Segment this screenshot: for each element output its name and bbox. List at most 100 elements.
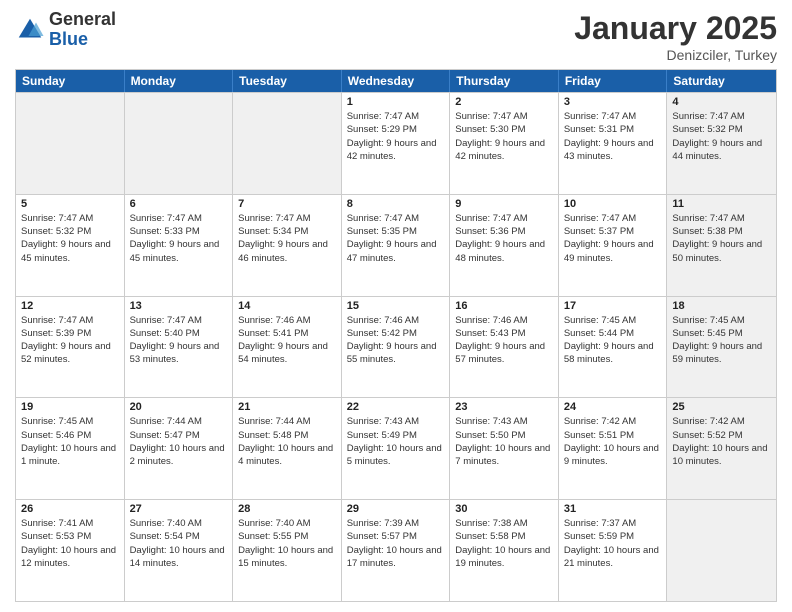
- day-number: 8: [347, 198, 445, 210]
- calendar: SundayMondayTuesdayWednesdayThursdayFrid…: [15, 69, 777, 602]
- day-info: Sunrise: 7:40 AM Sunset: 5:54 PM Dayligh…: [130, 517, 228, 570]
- day-info: Sunrise: 7:47 AM Sunset: 5:29 PM Dayligh…: [347, 110, 445, 163]
- calendar-cell: 2Sunrise: 7:47 AM Sunset: 5:30 PM Daylig…: [450, 93, 559, 194]
- calendar-header: SundayMondayTuesdayWednesdayThursdayFrid…: [16, 70, 776, 92]
- weekday-header: Tuesday: [233, 70, 342, 92]
- calendar-cell: 11 Sunrise: 7:47 AM Sunset: 5:38 PM Dayli…: [667, 195, 776, 296]
- day-number: 6: [130, 198, 228, 210]
- day-number: 20: [130, 401, 228, 413]
- day-number: 26: [21, 503, 119, 515]
- day-number: 3: [564, 96, 662, 108]
- day-number: 13: [130, 300, 228, 312]
- day-number: 16: [455, 300, 553, 312]
- day-info: Sunrise: 7:41 AM Sunset: 5:53 PM Dayligh…: [21, 517, 119, 570]
- calendar-cell: 26 Sunrise: 7:41 AM Sunset: 5:53 PM Dayli…: [16, 500, 125, 601]
- calendar-cell: 14Sunrise: 7:46 AM Sunset: 5:41 PM Dayli…: [233, 297, 342, 398]
- day-info: Sunrise: 7:47 AM Sunset: 5:40 PM Dayligh…: [130, 314, 228, 367]
- location-subtitle: Denizciler, Turkey: [574, 47, 777, 63]
- day-number: 15: [347, 300, 445, 312]
- calendar-cell: 4 Sunrise: 7:47 AM Sunset: 5:32 PM Daylig…: [667, 93, 776, 194]
- day-number: 9: [455, 198, 553, 210]
- day-number: 17: [564, 300, 662, 312]
- day-info: Sunrise: 7:47 AM Sunset: 5:36 PM Dayligh…: [455, 212, 553, 265]
- day-info: Sunrise: 7:44 AM Sunset: 5:47 PM Dayligh…: [130, 415, 228, 468]
- day-info: Sunrise: 7:46 AM Sunset: 5:42 PM Dayligh…: [347, 314, 445, 367]
- day-info: Sunrise: 7:46 AM Sunset: 5:41 PM Dayligh…: [238, 314, 336, 367]
- day-info: Sunrise: 7:47 AM Sunset: 5:32 PM Dayligh…: [21, 212, 119, 265]
- day-info: Sunrise: 7:47 AM Sunset: 5:32 PM Dayligh…: [672, 110, 771, 163]
- calendar-cell: 1 Sunrise: 7:47 AM Sunset: 5:29 PM Daylig…: [342, 93, 451, 194]
- page: General Blue January 2025 Denizciler, Tu…: [0, 0, 792, 612]
- calendar-cell: 27Sunrise: 7:40 AM Sunset: 5:54 PM Dayli…: [125, 500, 234, 601]
- day-info: Sunrise: 7:45 AM Sunset: 5:46 PM Dayligh…: [21, 415, 119, 468]
- calendar-cell: 22Sunrise: 7:43 AM Sunset: 5:49 PM Dayli…: [342, 398, 451, 499]
- calendar-cell: 13 Sunrise: 7:47 AM Sunset: 5:40 PM Dayli…: [125, 297, 234, 398]
- month-title: January 2025: [574, 10, 777, 47]
- calendar-cell: 28Sunrise: 7:40 AM Sunset: 5:55 PM Dayli…: [233, 500, 342, 601]
- day-info: Sunrise: 7:45 AM Sunset: 5:44 PM Dayligh…: [564, 314, 662, 367]
- day-number: 19: [21, 401, 119, 413]
- calendar-row: 19 Sunrise: 7:45 AM Sunset: 5:46 PM Dayli…: [16, 397, 776, 499]
- day-number: 29: [347, 503, 445, 515]
- day-number: 23: [455, 401, 553, 413]
- calendar-cell: 29 Sunrise: 7:39 AM Sunset: 5:57 PM Dayli…: [342, 500, 451, 601]
- day-number: 18: [672, 300, 771, 312]
- header: General Blue January 2025 Denizciler, Tu…: [15, 10, 777, 63]
- logo: General Blue: [15, 10, 116, 50]
- calendar-cell: 25 Sunrise: 7:42 AM Sunset: 5:52 PM Dayli…: [667, 398, 776, 499]
- day-number: 12: [21, 300, 119, 312]
- day-info: Sunrise: 7:44 AM Sunset: 5:48 PM Dayligh…: [238, 415, 336, 468]
- weekday-header: Thursday: [450, 70, 559, 92]
- day-number: 1: [347, 96, 445, 108]
- calendar-cell: 20 Sunrise: 7:44 AM Sunset: 5:47 PM Dayli…: [125, 398, 234, 499]
- calendar-cell: 19 Sunrise: 7:45 AM Sunset: 5:46 PM Dayli…: [16, 398, 125, 499]
- calendar-row: 26 Sunrise: 7:41 AM Sunset: 5:53 PM Dayli…: [16, 499, 776, 601]
- calendar-cell: 12Sunrise: 7:47 AM Sunset: 5:39 PM Dayli…: [16, 297, 125, 398]
- day-number: 11: [672, 198, 771, 210]
- calendar-cell: 24Sunrise: 7:42 AM Sunset: 5:51 PM Dayli…: [559, 398, 668, 499]
- calendar-cell: 3 Sunrise: 7:47 AM Sunset: 5:31 PM Daylig…: [559, 93, 668, 194]
- day-info: Sunrise: 7:39 AM Sunset: 5:57 PM Dayligh…: [347, 517, 445, 570]
- day-info: Sunrise: 7:47 AM Sunset: 5:37 PM Dayligh…: [564, 212, 662, 265]
- calendar-cell: 21 Sunrise: 7:44 AM Sunset: 5:48 PM Dayli…: [233, 398, 342, 499]
- day-info: Sunrise: 7:47 AM Sunset: 5:38 PM Dayligh…: [672, 212, 771, 265]
- logo-general: General: [49, 10, 116, 30]
- day-number: 4: [672, 96, 771, 108]
- day-info: Sunrise: 7:43 AM Sunset: 5:50 PM Dayligh…: [455, 415, 553, 468]
- calendar-row: 12Sunrise: 7:47 AM Sunset: 5:39 PM Dayli…: [16, 296, 776, 398]
- weekday-header: Monday: [125, 70, 234, 92]
- day-info: Sunrise: 7:43 AM Sunset: 5:49 PM Dayligh…: [347, 415, 445, 468]
- day-number: 30: [455, 503, 553, 515]
- day-number: 7: [238, 198, 336, 210]
- day-info: Sunrise: 7:47 AM Sunset: 5:31 PM Dayligh…: [564, 110, 662, 163]
- day-info: Sunrise: 7:38 AM Sunset: 5:58 PM Dayligh…: [455, 517, 553, 570]
- calendar-cell: [667, 500, 776, 601]
- calendar-cell: 8 Sunrise: 7:47 AM Sunset: 5:35 PM Daylig…: [342, 195, 451, 296]
- calendar-cell: 7 Sunrise: 7:47 AM Sunset: 5:34 PM Daylig…: [233, 195, 342, 296]
- calendar-cell: 31Sunrise: 7:37 AM Sunset: 5:59 PM Dayli…: [559, 500, 668, 601]
- calendar-cell: 10Sunrise: 7:47 AM Sunset: 5:37 PM Dayli…: [559, 195, 668, 296]
- day-number: 24: [564, 401, 662, 413]
- calendar-cell: 18 Sunrise: 7:45 AM Sunset: 5:45 PM Dayli…: [667, 297, 776, 398]
- day-info: Sunrise: 7:42 AM Sunset: 5:52 PM Dayligh…: [672, 415, 771, 468]
- day-number: 31: [564, 503, 662, 515]
- logo-text: General Blue: [49, 10, 116, 50]
- calendar-cell: [125, 93, 234, 194]
- calendar-body: 1 Sunrise: 7:47 AM Sunset: 5:29 PM Daylig…: [16, 92, 776, 601]
- day-number: 21: [238, 401, 336, 413]
- weekday-header: Sunday: [16, 70, 125, 92]
- logo-blue: Blue: [49, 30, 116, 50]
- day-info: Sunrise: 7:47 AM Sunset: 5:34 PM Dayligh…: [238, 212, 336, 265]
- calendar-cell: 16 Sunrise: 7:46 AM Sunset: 5:43 PM Dayli…: [450, 297, 559, 398]
- weekday-header: Wednesday: [342, 70, 451, 92]
- calendar-cell: 17 Sunrise: 7:45 AM Sunset: 5:44 PM Dayli…: [559, 297, 668, 398]
- weekday-header: Friday: [559, 70, 668, 92]
- calendar-cell: [233, 93, 342, 194]
- day-info: Sunrise: 7:47 AM Sunset: 5:35 PM Dayligh…: [347, 212, 445, 265]
- day-number: 25: [672, 401, 771, 413]
- day-number: 28: [238, 503, 336, 515]
- day-info: Sunrise: 7:45 AM Sunset: 5:45 PM Dayligh…: [672, 314, 771, 367]
- calendar-cell: 5Sunrise: 7:47 AM Sunset: 5:32 PM Daylig…: [16, 195, 125, 296]
- day-info: Sunrise: 7:46 AM Sunset: 5:43 PM Dayligh…: [455, 314, 553, 367]
- calendar-row: 5Sunrise: 7:47 AM Sunset: 5:32 PM Daylig…: [16, 194, 776, 296]
